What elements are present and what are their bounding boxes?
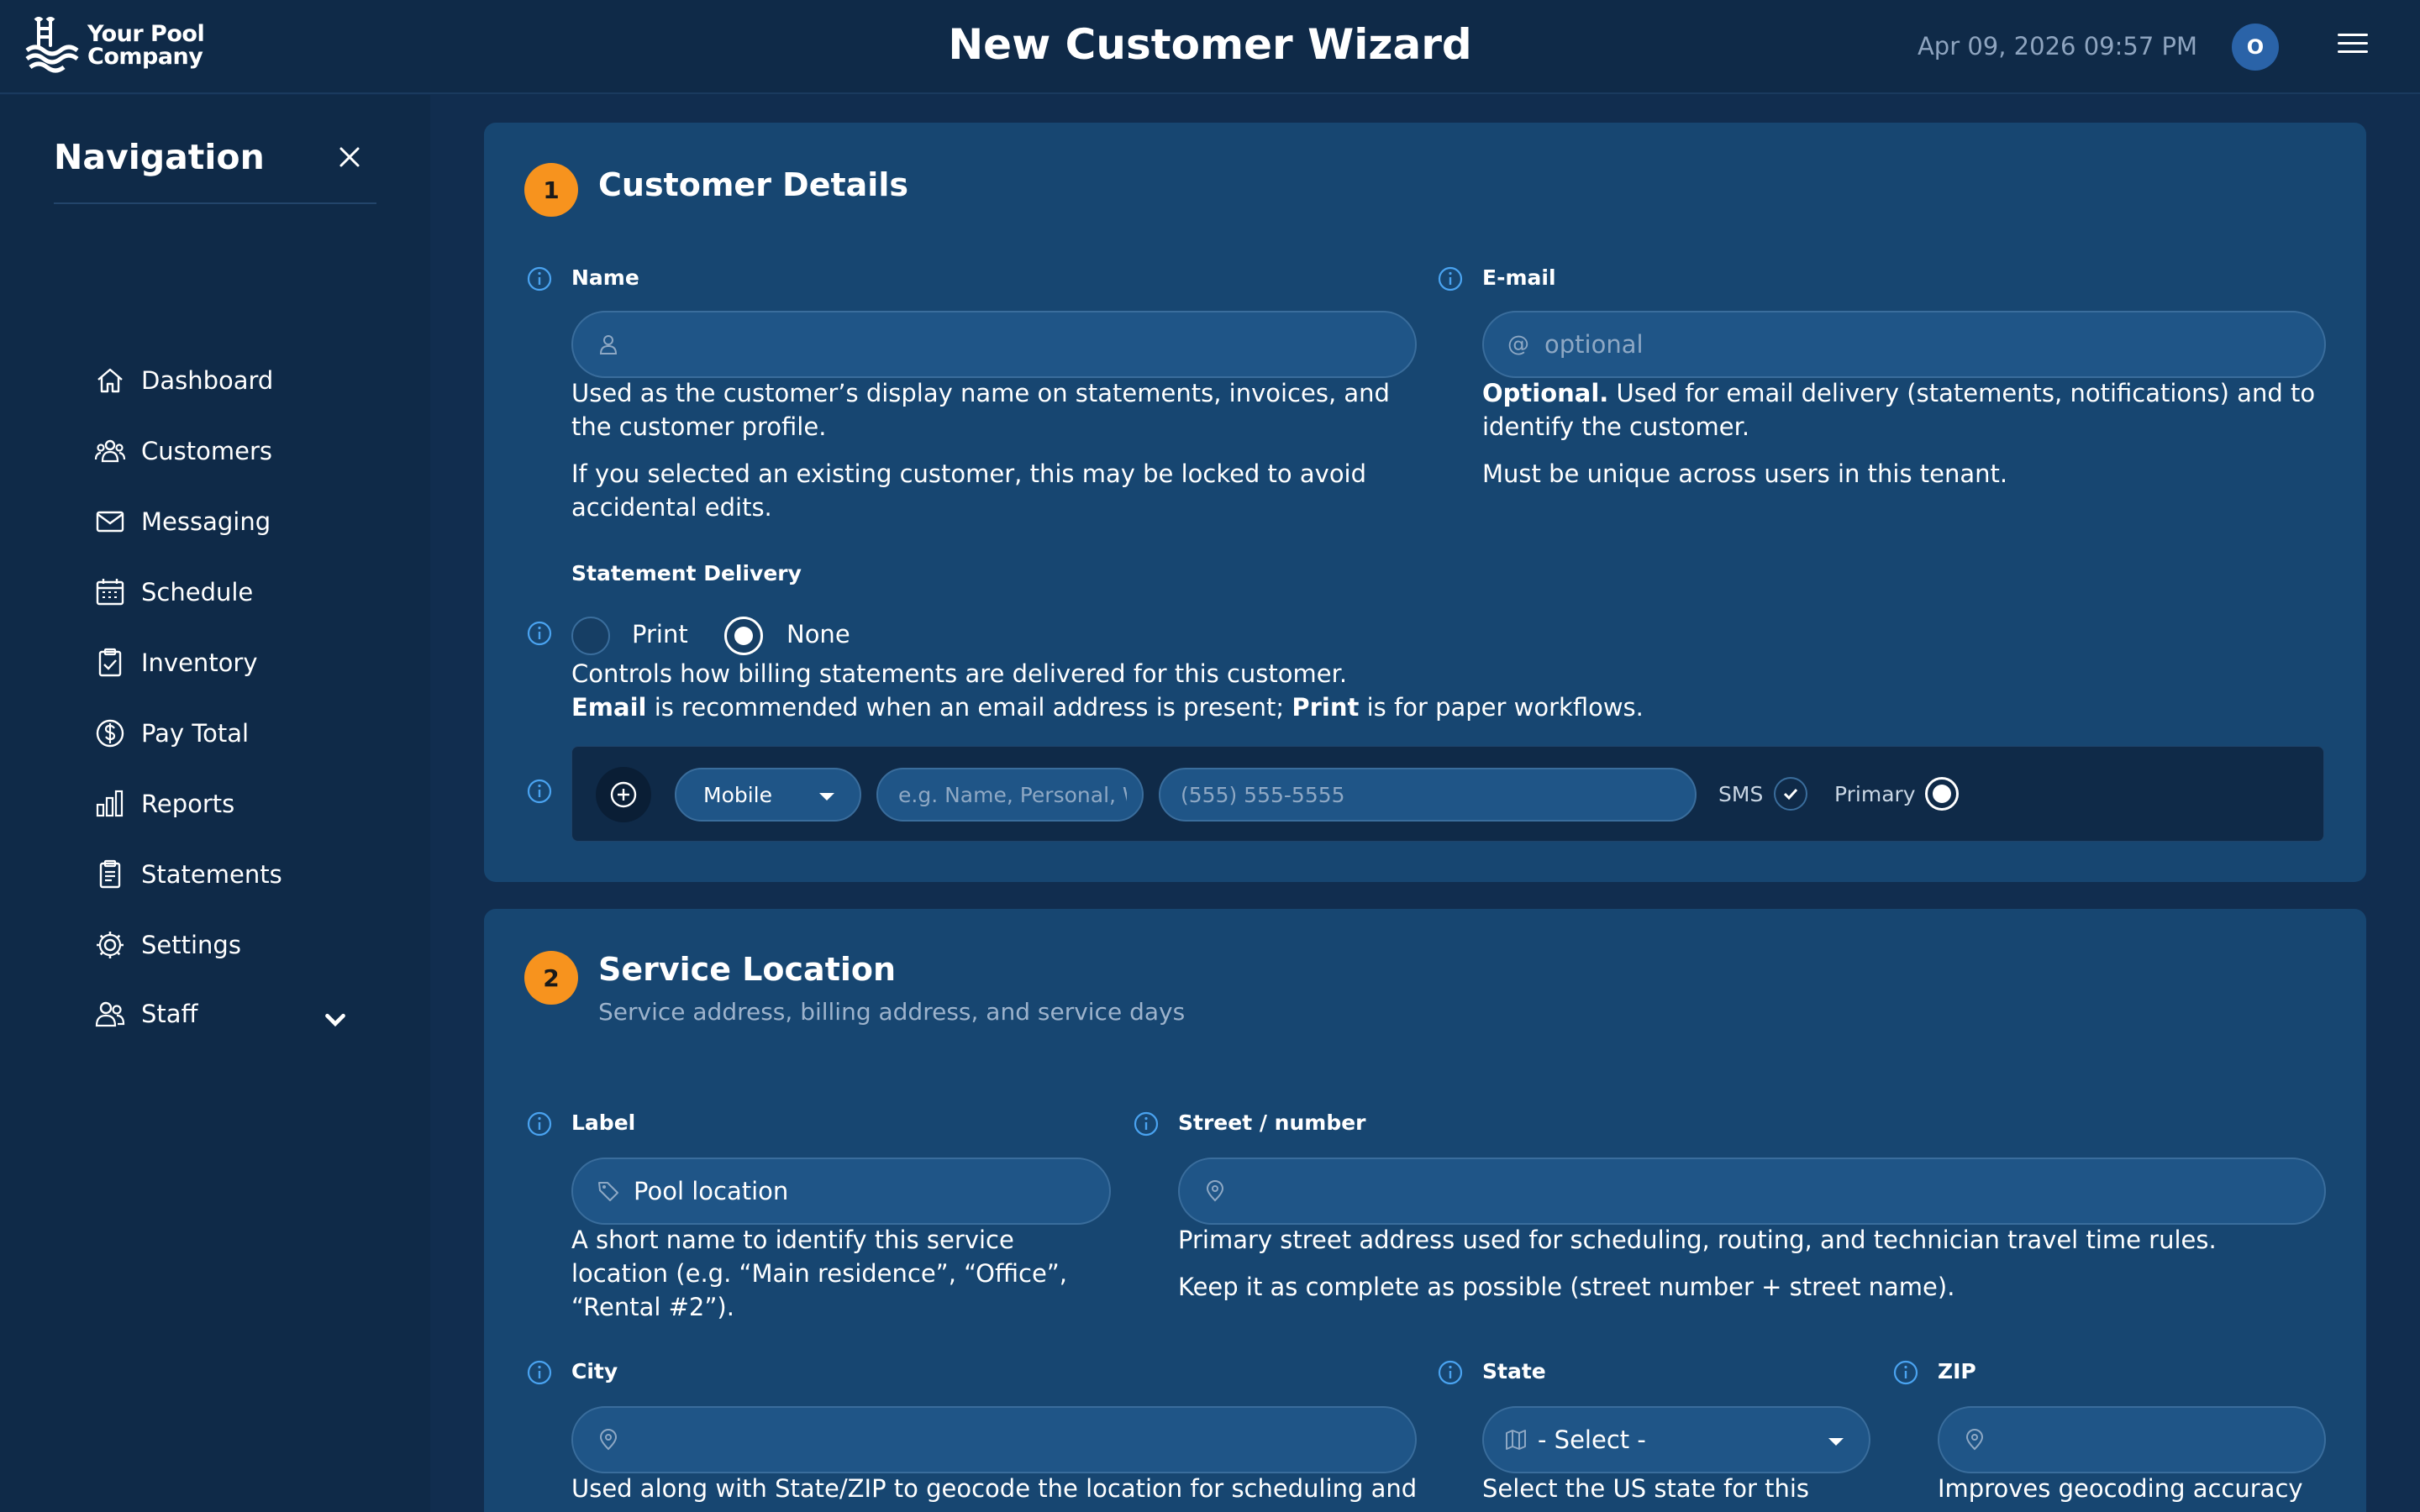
map-icon <box>1506 1430 1526 1450</box>
info-icon[interactable] <box>1437 1359 1464 1386</box>
info-icon[interactable] <box>1133 1110 1160 1137</box>
person-icon <box>599 335 618 354</box>
close-icon[interactable] <box>336 144 363 171</box>
info-icon[interactable] <box>526 1359 553 1386</box>
primary-label: Primary <box>1834 782 1916 806</box>
sidebar-item-reports[interactable]: Reports <box>94 779 346 829</box>
street-label: Street / number <box>1178 1110 1366 1135</box>
delivery-print-label: Print <box>632 620 688 648</box>
phone-row: Mobile e.g. Name, Personal, W (555) 555-… <box>571 746 2324 842</box>
map-pin-icon <box>599 1429 618 1451</box>
menu-icon[interactable] <box>2338 34 2368 59</box>
sidebar: Navigation Dashboard Customers Messaging… <box>0 95 430 1512</box>
location-label-help: A short name to identify this service lo… <box>571 1226 1068 1321</box>
bar-chart-icon <box>96 790 124 817</box>
caret-down-icon <box>1828 1438 1844 1446</box>
section-title: Service Location <box>598 951 897 988</box>
info-icon[interactable] <box>526 265 553 292</box>
at-sign-icon: @ <box>1507 332 1529 357</box>
street-help: Primary street address used for scheduli… <box>1178 1226 2217 1301</box>
sidebar-item-schedule[interactable]: Schedule <box>94 567 346 617</box>
top-bar: Your Pool Company New Customer Wizard Ap… <box>0 0 2420 94</box>
phone-type-select[interactable]: Mobile <box>675 768 861 822</box>
people-icon <box>95 1001 125 1027</box>
info-icon[interactable] <box>526 1110 553 1137</box>
service-location-card: 2 Service Location Service address, bill… <box>484 909 2366 1512</box>
state-help: Select the US state for this <box>1482 1474 1810 1503</box>
plus-circle-icon <box>610 781 637 808</box>
sidebar-item-messaging[interactable]: Messaging <box>94 496 346 547</box>
customer-details-card: 1 Customer Details Name Used as the cust… <box>484 123 2366 882</box>
sidebar-title: Navigation <box>54 137 265 177</box>
checkmark-icon <box>1783 788 1798 801</box>
info-icon[interactable] <box>1437 265 1464 292</box>
name-label: Name <box>571 265 639 290</box>
zip-label: ZIP <box>1938 1359 1976 1383</box>
section-title: Customer Details <box>598 166 908 203</box>
sidebar-item-customers[interactable]: Customers <box>94 426 346 476</box>
current-datetime: Apr 09, 2026 09:57 PM <box>1917 32 2197 60</box>
section-subtitle: Service address, billing address, and se… <box>598 998 1186 1026</box>
clipboard-check-icon <box>98 648 122 677</box>
chevron-down-icon[interactable] <box>319 1004 351 1036</box>
delivery-help: Controls how billing statements are deli… <box>571 659 1644 722</box>
zip-help: Improves geocoding accuracy <box>1938 1474 2303 1503</box>
user-avatar[interactable]: O <box>2232 24 2279 71</box>
add-phone-button[interactable] <box>596 767 651 822</box>
home-icon <box>97 368 123 393</box>
delivery-none-radio[interactable] <box>724 617 763 655</box>
state-select[interactable]: - Select - <box>1482 1406 1870 1473</box>
sidebar-item-inventory[interactable]: Inventory <box>94 638 346 688</box>
phone-number-input[interactable]: (555) 555-5555 <box>1159 768 1697 822</box>
email-help: Optional. Used for email delivery (state… <box>1482 379 2316 488</box>
info-icon[interactable] <box>1892 1359 1919 1386</box>
envelope-icon <box>96 511 124 533</box>
location-label-input[interactable]: Pool location <box>571 1158 1111 1225</box>
sms-label: SMS <box>1718 782 1764 806</box>
gear-icon <box>97 932 124 958</box>
map-pin-icon <box>1206 1180 1224 1202</box>
radio-dot <box>1933 785 1951 803</box>
state-label: State <box>1482 1359 1546 1383</box>
tag-icon <box>598 1182 618 1201</box>
delivery-none-label: None <box>786 620 850 648</box>
primary-radio[interactable] <box>1925 777 1959 811</box>
users-icon <box>94 439 126 463</box>
caret-down-icon <box>819 793 834 801</box>
email-label: E-mail <box>1482 265 1556 290</box>
street-input[interactable] <box>1178 1158 2326 1225</box>
city-help: Used along with State/ZIP to geocode the… <box>571 1474 1418 1503</box>
step-number-badge: 2 <box>524 951 578 1005</box>
sms-checkbox[interactable] <box>1774 777 1807 811</box>
zip-input[interactable] <box>1938 1406 2326 1473</box>
info-icon[interactable] <box>526 620 553 647</box>
document-icon <box>99 859 121 889</box>
calendar-icon <box>96 579 124 606</box>
name-input[interactable] <box>571 311 1417 378</box>
sidebar-item-dashboard[interactable]: Dashboard <box>94 355 346 406</box>
statement-delivery-label: Statement Delivery <box>571 561 802 585</box>
step-number-badge: 1 <box>524 163 578 217</box>
location-label-label: Label <box>571 1110 636 1135</box>
email-input[interactable]: @ optional <box>1482 311 2326 378</box>
delivery-print-radio[interactable] <box>571 617 610 655</box>
map-pin-icon <box>1965 1429 1984 1451</box>
city-label: City <box>571 1359 618 1383</box>
phone-label-input[interactable]: e.g. Name, Personal, W <box>876 768 1144 822</box>
name-help: Used as the customer’s display name on s… <box>571 379 1390 522</box>
sidebar-divider <box>54 202 376 204</box>
city-input[interactable] <box>571 1406 1417 1473</box>
sidebar-item-pay-total[interactable]: Pay Total <box>94 708 346 759</box>
dollar-circle-icon <box>96 719 124 748</box>
sidebar-item-settings[interactable]: Settings <box>94 920 346 970</box>
sidebar-item-staff[interactable]: Staff <box>94 989 346 1039</box>
sidebar-item-statements[interactable]: Statements <box>94 849 346 900</box>
info-icon[interactable] <box>526 778 553 805</box>
